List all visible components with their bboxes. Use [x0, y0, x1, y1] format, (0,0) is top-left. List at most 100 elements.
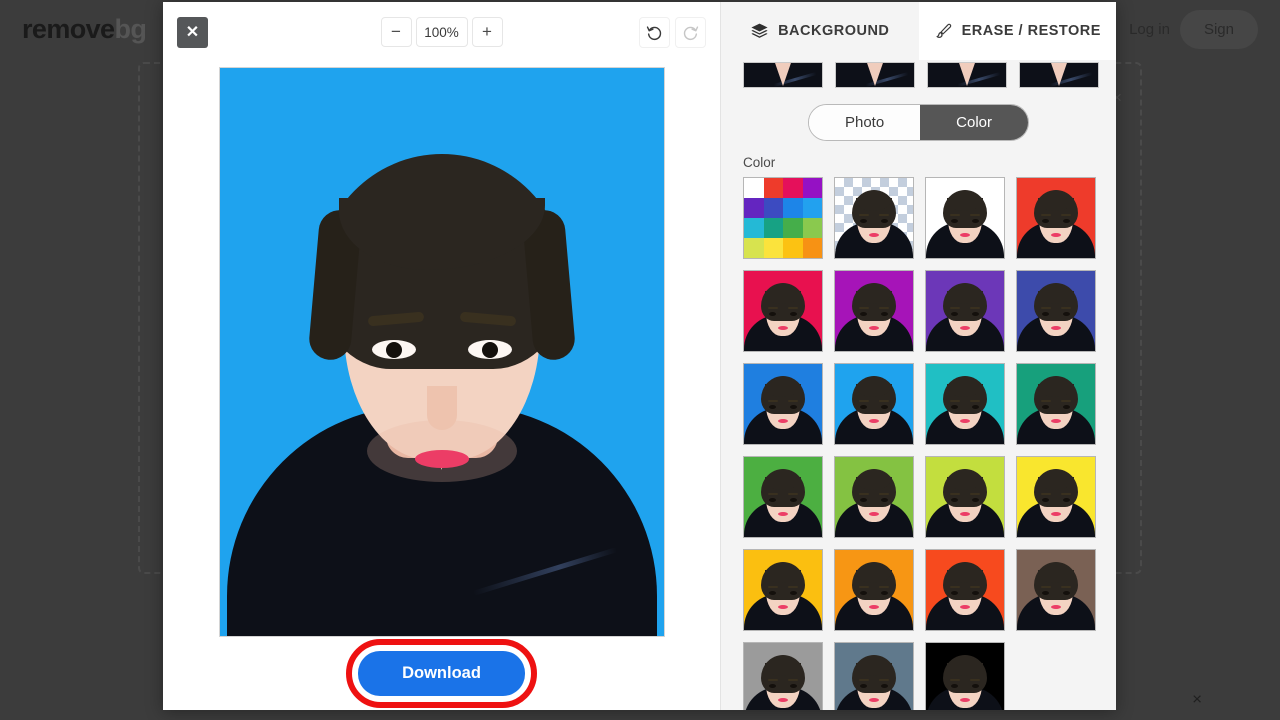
palette-cell[interactable]: [783, 218, 803, 238]
color-swatch-gray[interactable]: [743, 642, 823, 710]
color-swatch-violet[interactable]: [925, 270, 1005, 352]
color-swatch-green[interactable]: [743, 456, 823, 538]
download-highlight-ring: Download: [346, 639, 537, 708]
photo-thumbnail[interactable]: [835, 62, 915, 88]
swatch-preview: [835, 457, 913, 537]
options-panel: BACKGROUND ERASE / RESTORE Photo Color C…: [720, 2, 1116, 710]
tab-background[interactable]: BACKGROUND: [721, 2, 919, 60]
swatch-preview: [835, 643, 913, 710]
undo-button[interactable]: [639, 16, 670, 48]
palette-cell[interactable]: [763, 238, 783, 258]
swatch-preview: [1017, 178, 1095, 258]
panel-scroll-area[interactable]: Photo Color Color: [721, 60, 1116, 710]
signup-button[interactable]: Sign: [1179, 9, 1258, 49]
logo-suffix-text: bg: [114, 13, 147, 44]
color-swatch-magenta[interactable]: [834, 270, 914, 352]
cookie-close-icon[interactable]: ×: [1192, 690, 1202, 707]
download-button[interactable]: Download: [358, 651, 525, 696]
swatch-preview: [744, 643, 822, 710]
history-controls: [639, 16, 706, 48]
undo-icon: [646, 25, 662, 40]
color-swatch-crimson-pink[interactable]: [743, 270, 823, 352]
site-logo[interactable]: removebg: [22, 13, 147, 45]
photo-thumbnail[interactable]: [743, 62, 823, 88]
portrait-eye-left: [371, 340, 416, 359]
header-actions: Log in Sign: [1129, 9, 1258, 49]
color-section-label: Color: [743, 155, 776, 170]
tab-background-label: BACKGROUND: [778, 23, 890, 39]
swatch-preview: [744, 271, 822, 351]
swatch-preview: [926, 643, 1004, 710]
photo-thumbnail[interactable]: [1019, 62, 1099, 88]
swatch-preview: [926, 550, 1004, 630]
color-swatch-white[interactable]: [925, 177, 1005, 259]
palette-cell[interactable]: [763, 198, 783, 218]
tab-erase-restore[interactable]: ERASE / RESTORE: [918, 2, 1116, 60]
zoom-level-value[interactable]: 100%: [415, 17, 468, 47]
mode-toggle-wrap: Photo Color: [721, 88, 1116, 151]
swatch-preview: [926, 271, 1004, 351]
palette-cell[interactable]: [802, 238, 822, 258]
color-swatch-light-green[interactable]: [834, 456, 914, 538]
zoom-out-button[interactable]: −: [380, 17, 412, 47]
editor-toolbar: ✕ − 100% +: [163, 2, 720, 62]
palette-cell[interactable]: [802, 198, 822, 218]
mode-option-color[interactable]: Color: [920, 105, 1029, 140]
login-link[interactable]: Log in: [1129, 21, 1170, 38]
color-swatch-light-blue[interactable]: [834, 363, 914, 445]
download-area: Download: [163, 637, 720, 710]
swatch-preview: [835, 364, 913, 444]
redo-icon: [683, 25, 699, 40]
swatch-preview: [926, 457, 1004, 537]
color-swatch-brown[interactable]: [1016, 549, 1096, 631]
canvas-area[interactable]: [163, 62, 720, 637]
color-swatch-amber[interactable]: [743, 549, 823, 631]
palette-cell[interactable]: [802, 178, 822, 198]
panel-tabs: BACKGROUND ERASE / RESTORE: [721, 2, 1116, 60]
color-swatch-red[interactable]: [1016, 177, 1096, 259]
portrait-lips: [414, 450, 469, 468]
palette-cell[interactable]: [783, 198, 803, 218]
redo-button[interactable]: [675, 16, 706, 48]
color-swatch-grid: [721, 177, 1116, 710]
swatch-preview: [744, 364, 822, 444]
photo-thumbnail-strip[interactable]: [721, 60, 1116, 88]
swatch-preview: [835, 550, 913, 630]
image-preview[interactable]: [218, 67, 665, 637]
palette-cell[interactable]: [802, 218, 822, 238]
palette-cell[interactable]: [763, 178, 783, 198]
color-swatch-transparent[interactable]: [834, 177, 914, 259]
mode-option-photo[interactable]: Photo: [808, 105, 921, 140]
color-swatch-lime[interactable]: [925, 456, 1005, 538]
custom-color-picker[interactable]: [743, 177, 823, 259]
tab-erase-restore-label: ERASE / RESTORE: [961, 23, 1101, 39]
layers-icon: [751, 23, 768, 38]
color-swatch-yellow[interactable]: [1016, 456, 1096, 538]
color-swatch-teal-green[interactable]: [1016, 363, 1096, 445]
swatch-preview: [926, 178, 1004, 258]
color-swatch-turquoise[interactable]: [925, 363, 1005, 445]
portrait-eye-right: [467, 340, 512, 359]
palette-cell[interactable]: [744, 178, 764, 198]
portrait-nose: [426, 386, 457, 430]
palette-cell[interactable]: [763, 218, 783, 238]
close-editor-button[interactable]: ✕: [177, 16, 208, 48]
swatch-preview: [1017, 271, 1095, 351]
swatch-preview: [926, 364, 1004, 444]
zoom-in-button[interactable]: +: [471, 17, 503, 47]
swatch-preview: [744, 550, 822, 630]
palette-cell[interactable]: [744, 238, 764, 258]
palette-cell[interactable]: [783, 178, 803, 198]
color-swatch-slate-blue-gray[interactable]: [834, 642, 914, 710]
palette-cell[interactable]: [744, 218, 764, 238]
logo-main-text: remove: [22, 13, 115, 44]
photo-thumbnail[interactable]: [927, 62, 1007, 88]
color-swatch-black[interactable]: [925, 642, 1005, 710]
color-swatch-indigo[interactable]: [1016, 270, 1096, 352]
color-swatch-blue[interactable]: [743, 363, 823, 445]
swatch-preview: [1017, 550, 1095, 630]
color-swatch-orange-red[interactable]: [925, 549, 1005, 631]
palette-cell[interactable]: [783, 238, 803, 258]
color-swatch-orange[interactable]: [834, 549, 914, 631]
palette-cell[interactable]: [744, 198, 764, 218]
